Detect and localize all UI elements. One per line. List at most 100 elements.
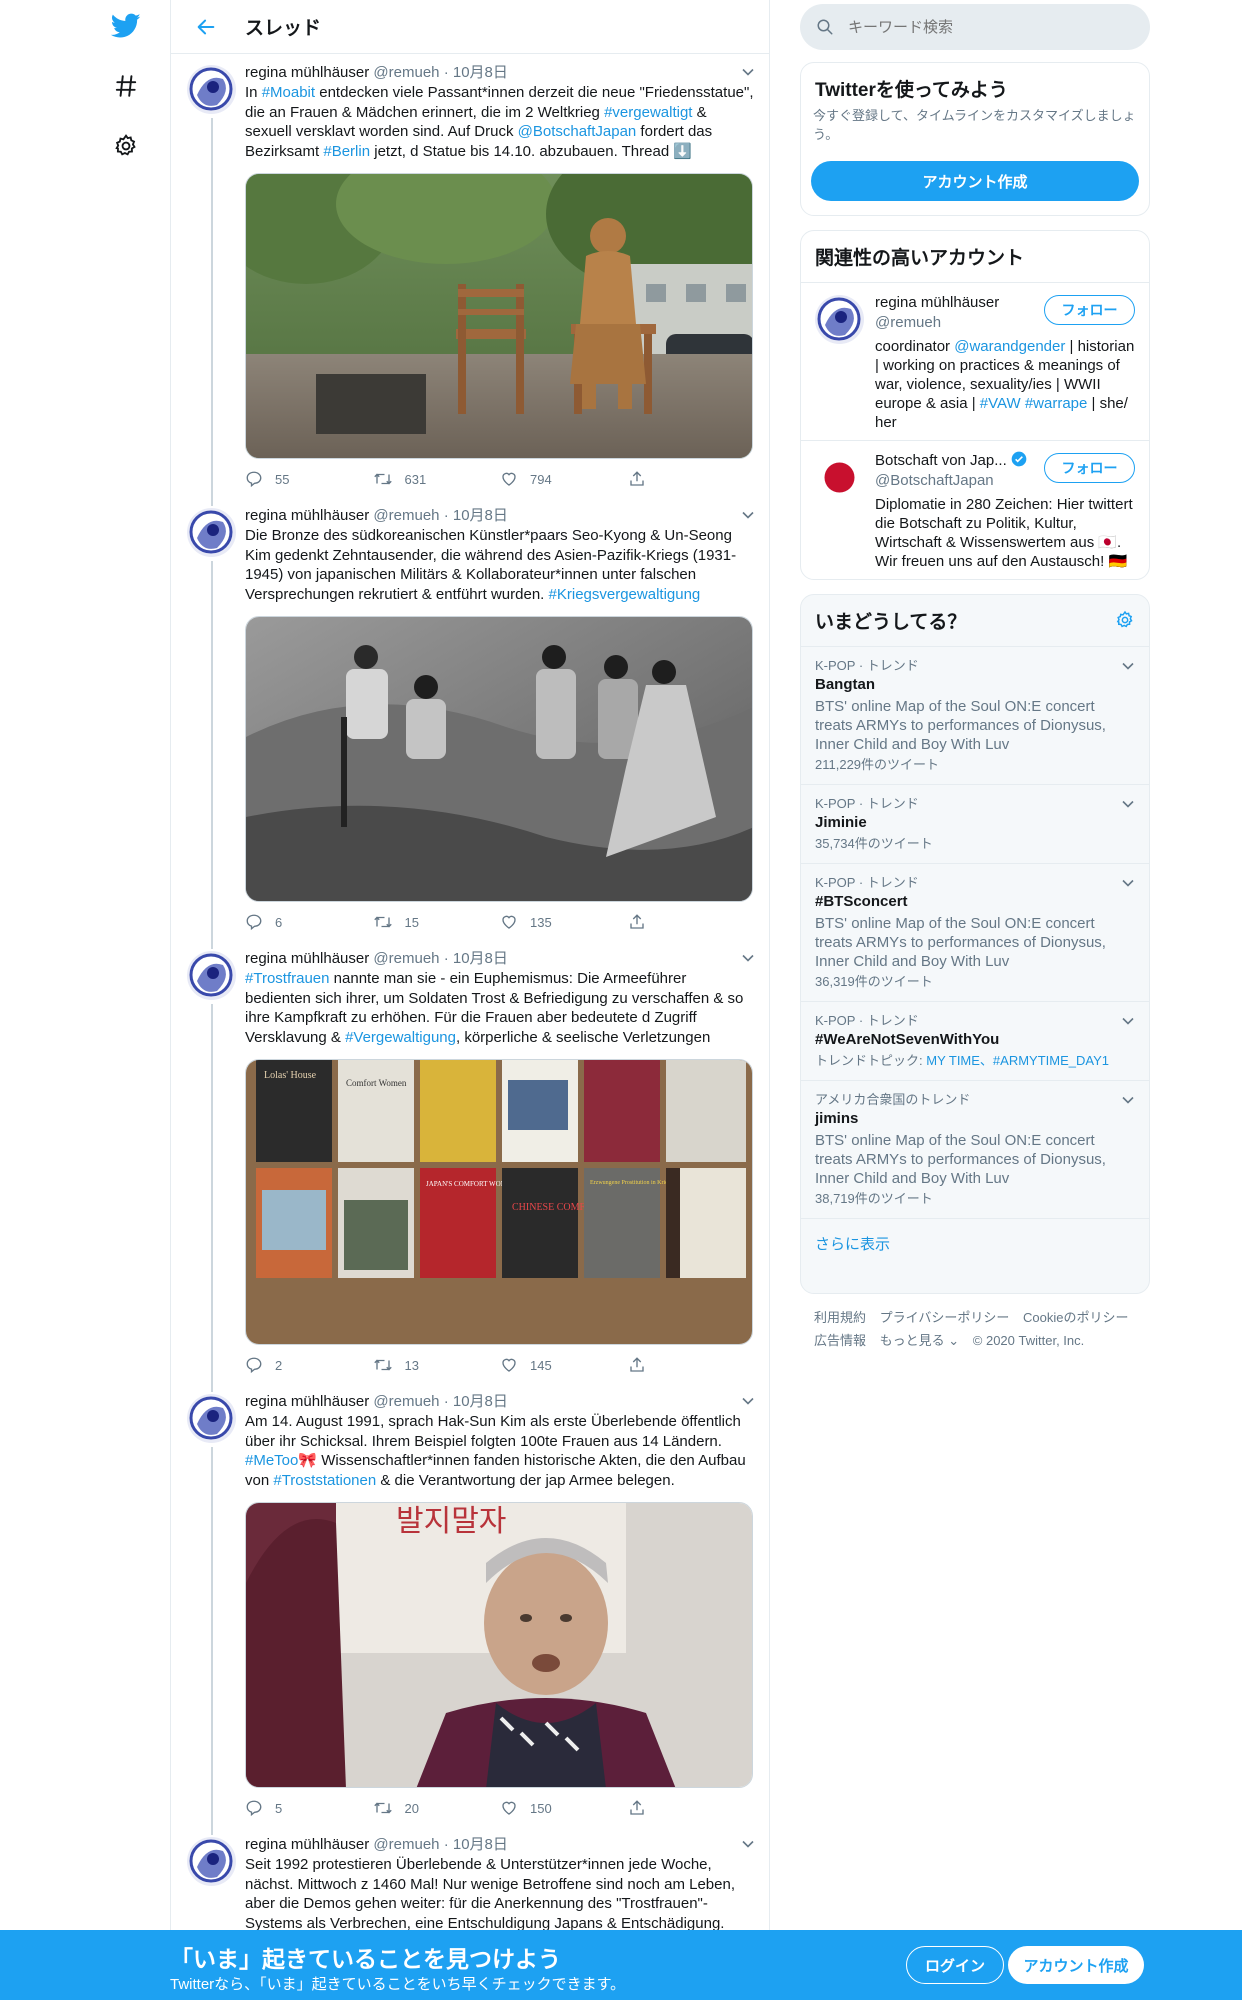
explore-hashtag-icon[interactable]	[106, 66, 146, 106]
tweet[interactable]: regina mühlhäuser @remueh · 10月8日 Am 14.…	[171, 1384, 771, 1832]
author-name[interactable]: regina mühlhäuser	[245, 950, 369, 967]
retweet-button[interactable]: 13	[373, 1356, 501, 1374]
retweet-button[interactable]: 631	[373, 470, 501, 488]
thread-connector	[211, 561, 213, 946]
share-button[interactable]	[628, 1799, 756, 1817]
login-button[interactable]: ログイン	[906, 1946, 1004, 1984]
author-handle[interactable]: @remueh	[373, 950, 439, 967]
author-name[interactable]: regina mühlhäuser	[245, 64, 369, 81]
follow-button[interactable]: フォロー	[1044, 295, 1135, 325]
chevron-down-icon[interactable]	[1121, 659, 1135, 673]
avatar[interactable]	[187, 1837, 236, 1886]
reply-button[interactable]: 5	[245, 1799, 373, 1817]
follow-button[interactable]: フォロー	[1044, 453, 1135, 483]
footer-link[interactable]: Cookieのポリシー	[1023, 1310, 1128, 1325]
avatar-japan-flag[interactable]	[815, 453, 864, 502]
tweet-photo-protest[interactable]: 발지말자	[245, 1502, 753, 1788]
chevron-down-icon[interactable]	[741, 1837, 755, 1856]
trend-item[interactable]: アメリカ合衆国のトレンド jimins BTS' online Map of t…	[801, 1080, 1149, 1218]
settings-gear-icon[interactable]	[1115, 610, 1135, 630]
author-handle[interactable]: @remueh	[373, 507, 439, 524]
trend-item[interactable]: K-POP · トレンド #BTSconcert BTS' online Map…	[801, 863, 1149, 1001]
chevron-down-icon[interactable]	[1121, 1093, 1135, 1107]
hashtag-link[interactable]: #Kriegsvergewaltigung	[549, 586, 701, 603]
trend-item[interactable]: K-POP · トレンド #WeAreNotSevenWithYou トレンドト…	[801, 1001, 1149, 1080]
back-arrow-icon[interactable]	[191, 12, 221, 42]
trend-topic-link[interactable]: MY TIME、#ARMYTIME_DAY1	[926, 1053, 1109, 1068]
tweet-photo-statue[interactable]	[245, 173, 753, 459]
mention-link[interactable]: @warandgender	[954, 338, 1065, 355]
hashtag-link[interactable]: #Trostfrauen	[245, 970, 330, 987]
like-button[interactable]: 794	[500, 470, 628, 488]
tweet-date[interactable]: 10月8日	[453, 507, 508, 524]
retweet-button[interactable]: 20	[373, 1799, 501, 1817]
trend-item[interactable]: K-POP · トレンド Jiminie 35,734件のツイート	[801, 784, 1149, 863]
avatar[interactable]	[187, 951, 236, 1000]
trend-item[interactable]: K-POP · トレンド Bangtan BTS' online Map of …	[801, 646, 1149, 784]
tweet-date[interactable]: 10月8日	[453, 1836, 508, 1853]
share-button[interactable]	[628, 913, 756, 931]
tweet-photo-historical[interactable]	[245, 616, 753, 902]
tweet-photo-books[interactable]: Lolas' House Comfort Women JAPAN'S COMFO…	[245, 1059, 753, 1345]
tweet-date[interactable]: 10月8日	[453, 950, 508, 967]
chevron-down-icon[interactable]	[1121, 1014, 1135, 1028]
hashtag-link[interactable]: #Berlin	[323, 143, 370, 160]
settings-gear-icon[interactable]	[106, 126, 146, 166]
share-button[interactable]	[628, 1356, 756, 1374]
author-name[interactable]: regina mühlhäuser	[245, 1393, 369, 1410]
search-input[interactable]	[848, 18, 1128, 36]
author-handle[interactable]: @remueh	[373, 1393, 439, 1410]
chevron-down-icon[interactable]	[741, 951, 755, 970]
reply-button[interactable]: 6	[245, 913, 373, 931]
trend-description: BTS' online Map of the Soul ON:E concert…	[815, 915, 1106, 970]
share-icon	[629, 914, 644, 929]
avatar[interactable]	[187, 1394, 236, 1443]
account-item[interactable]: Botschaft von Jap... @BotschaftJapan Dip…	[801, 440, 1149, 579]
chevron-down-icon[interactable]	[741, 1394, 755, 1413]
like-button[interactable]: 145	[500, 1356, 628, 1374]
avatar[interactable]	[187, 65, 236, 114]
hashtag-link[interactable]: #warrape	[1025, 395, 1088, 412]
search-box[interactable]	[800, 4, 1150, 50]
footer-link[interactable]: 利用規約	[814, 1310, 866, 1325]
reply-button[interactable]: 2	[245, 1356, 373, 1374]
chevron-down-icon[interactable]	[1121, 876, 1135, 890]
show-more-link[interactable]: さらに表示	[801, 1218, 1149, 1268]
like-button[interactable]: 150	[500, 1799, 628, 1817]
tweet[interactable]: regina mühlhäuser @remueh · 10月8日 Die Br…	[171, 498, 771, 946]
avatar[interactable]	[187, 508, 236, 557]
share-icon	[629, 1357, 644, 1372]
tweet-date[interactable]: 10月8日	[453, 1393, 508, 1410]
avatar[interactable]	[815, 295, 864, 344]
retweet-button[interactable]: 15	[373, 913, 501, 931]
author-handle[interactable]: @remueh	[373, 64, 439, 81]
author-name[interactable]: regina mühlhäuser	[245, 507, 369, 524]
hashtag-link[interactable]: #VAW	[980, 395, 1021, 412]
chevron-down-icon[interactable]	[741, 508, 755, 527]
tweet[interactable]: regina mühlhäuser @remueh · 10月8日 #Trost…	[171, 941, 771, 1389]
footer-link[interactable]: プライバシーポリシー	[880, 1310, 1010, 1325]
reply-button[interactable]: 55	[245, 470, 373, 488]
hashtag-link[interactable]: #vergewaltigt	[604, 104, 692, 121]
account-item[interactable]: regina mühlhäuser @remueh coordinator @w…	[801, 282, 1149, 440]
hashtag-link[interactable]: #Vergewaltigung	[345, 1029, 456, 1046]
hashtag-link[interactable]: #Troststationen	[273, 1472, 376, 1489]
signup-button[interactable]: アカウント作成	[1008, 1946, 1144, 1984]
share-button[interactable]	[628, 470, 756, 488]
like-button[interactable]: 135	[500, 913, 628, 931]
hashtag-link[interactable]: #MeToo	[245, 1452, 298, 1469]
book-title: Comfort Women	[346, 1078, 407, 1088]
create-account-button[interactable]: アカウント作成	[811, 161, 1139, 201]
author-name[interactable]: regina mühlhäuser	[245, 1836, 369, 1853]
footer-link[interactable]: 広告情報	[814, 1333, 866, 1348]
twitter-logo-icon[interactable]	[106, 6, 146, 46]
tweet[interactable]: regina mühlhäuser @remueh · 10月8日 In #Mo…	[171, 55, 771, 503]
chevron-down-icon[interactable]	[741, 65, 755, 84]
more-dropdown[interactable]: もっと見る ⌄	[880, 1333, 960, 1348]
chevron-down-icon[interactable]	[1121, 797, 1135, 811]
tweet-date[interactable]: 10月8日	[453, 64, 508, 81]
mention-link[interactable]: @BotschaftJapan	[518, 123, 637, 140]
tweet[interactable]: regina mühlhäuser @remueh · 10月8日 Seit 1…	[171, 1827, 771, 1937]
author-handle[interactable]: @remueh	[373, 1836, 439, 1853]
hashtag-link[interactable]: #Moabit	[262, 84, 315, 101]
